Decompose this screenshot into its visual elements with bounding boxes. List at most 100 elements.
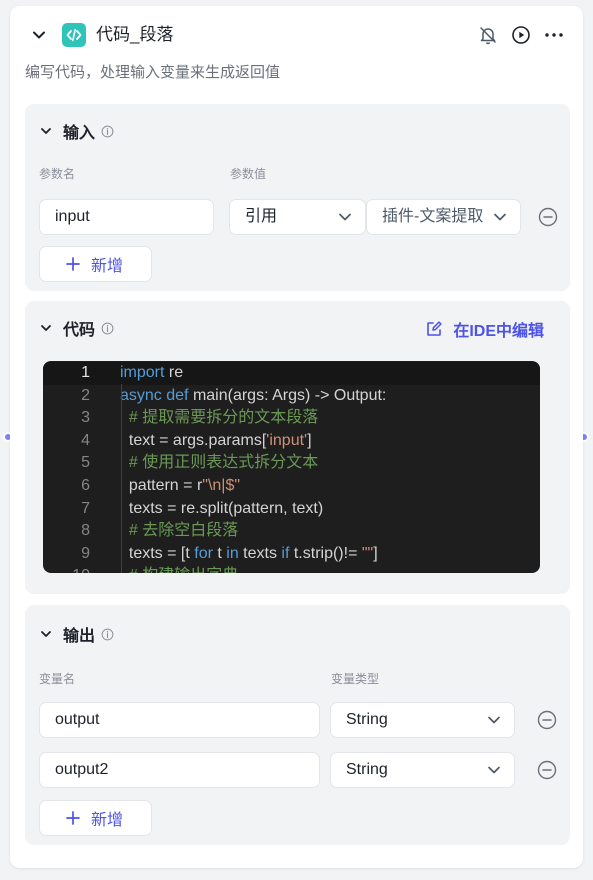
chevron-down-icon (41, 631, 51, 637)
code-line[interactable]: 2 async def main(args: Args) -> Output: (43, 385, 540, 408)
line-number: 5 (81, 454, 90, 472)
output-type-select[interactable]: String (330, 752, 515, 788)
add-input-button[interactable]: 新增 (39, 246, 152, 282)
indent-guide (121, 384, 122, 573)
chevron-down-icon (41, 325, 51, 331)
output-section: 输出 变量名 变量类型 output String output2 String… (25, 605, 570, 845)
chevron-down-icon (488, 766, 500, 774)
input-section: 输入 参数名 参数值 input 引用 插件-文案提取 新增 (25, 104, 570, 291)
ref-type-select[interactable]: 引用 (229, 199, 366, 235)
add-output-button[interactable]: 新增 (39, 800, 152, 836)
code-node-card: 代码_段落 编写代码，处理输入变量来生成返回值 输入 参数名 参数值 input… (10, 6, 583, 868)
section-title: 代码 (63, 322, 96, 339)
code-token: re (164, 364, 184, 381)
line-number: 6 (81, 476, 90, 494)
node-header: 代码_段落 (10, 6, 583, 66)
edit-icon (427, 321, 442, 336)
ref-value-text: 插件-文案提取 (382, 208, 484, 225)
remove-output-icon[interactable] (537, 760, 557, 780)
code-token: for (194, 544, 213, 562)
code-text: # 构建输出字典 (120, 565, 238, 573)
code-text: pattern = r"\n|$" (120, 475, 240, 498)
code-text: async def main(args: Args) -> Output: (120, 385, 386, 408)
chevron-down-icon (488, 716, 500, 724)
code-line[interactable]: 1 import re (43, 362, 540, 385)
more-icon[interactable] (543, 24, 565, 46)
code-token: # 提取需要拆分的文本段落 (120, 409, 319, 427)
bell-off-icon[interactable] (477, 24, 499, 46)
ref-value-select[interactable]: 插件-文案提取 (366, 199, 521, 235)
output-type-select[interactable]: String (330, 702, 515, 738)
code-editor[interactable]: 1 import re 2 async def main(args: Args) ->… (43, 361, 540, 573)
output-name-input[interactable]: output (39, 702, 320, 738)
output-section-header[interactable]: 输出 (39, 623, 114, 645)
code-text: # 去除空白段落 (120, 520, 238, 543)
node-description: 编写代码，处理输入变量来生成返回值 (25, 64, 281, 81)
code-text: texts = [t for t in texts if t.strip()!=… (120, 543, 378, 566)
code-token: t.strip()!= (289, 544, 362, 562)
node-title[interactable]: 代码_段落 (96, 24, 173, 46)
param-name-label: 参数名 (39, 167, 76, 181)
info-icon[interactable] (101, 322, 114, 335)
code-token: async (120, 386, 162, 404)
var-type-label: 变量类型 (331, 672, 380, 686)
line-number: 3 (81, 409, 90, 427)
line-number: 2 (81, 386, 90, 404)
code-token: "" (361, 544, 374, 562)
code-text: # 提取需要拆分的文本段落 (120, 407, 318, 430)
collapse-chevron-down-icon[interactable] (30, 26, 48, 44)
code-line[interactable]: 9 texts = [t for t in texts if t.strip()… (43, 543, 540, 566)
code-token: in (226, 544, 239, 562)
play-icon[interactable] (510, 24, 532, 46)
code-line[interactable]: 3 # 提取需要拆分的文本段落 (43, 407, 540, 430)
code-line[interactable]: 7 texts = re.split(pattern, text) (43, 498, 540, 521)
code-token: def (166, 386, 189, 404)
code-line[interactable]: 4 text = args.params['input'] (43, 430, 540, 453)
chevron-down-icon (41, 128, 51, 134)
plus-icon (66, 257, 80, 271)
code-line[interactable]: 10 # 构建输出字典 (43, 565, 540, 573)
line-number: 10 (43, 565, 90, 573)
add-output-label: 新增 (91, 812, 124, 829)
edit-in-ide-label: 在IDE中编辑 (453, 323, 544, 340)
code-section-header[interactable]: 代码 (39, 317, 114, 339)
plus-icon (66, 811, 80, 825)
input-section-header[interactable]: 输入 (39, 120, 114, 142)
code-token: texts (238, 544, 282, 562)
output-type-value: String (346, 761, 388, 778)
line-number: 1 (81, 364, 90, 381)
ref-type-value: 引用 (245, 208, 278, 225)
add-input-label: 新增 (91, 258, 124, 275)
code-text: # 使用正则表达式拆分文本 (120, 452, 318, 475)
code-token: texts = [t (120, 544, 195, 562)
line-number: 9 (81, 544, 90, 562)
code-text: texts = re.split(pattern, text) (120, 498, 323, 521)
param-value-label: 参数值 (230, 167, 267, 181)
remove-output-icon[interactable] (537, 710, 557, 730)
code-text: import re (120, 362, 183, 385)
code-token: texts = re.split(pattern, text) (120, 499, 324, 517)
code-line[interactable]: 6 pattern = r"\n|$" (43, 475, 540, 498)
code-icon (62, 23, 86, 47)
chevron-down-icon (339, 213, 351, 221)
code-token: t (212, 544, 227, 562)
code-token: # 去除空白段落 (120, 522, 239, 540)
output-name-input[interactable]: output2 (39, 752, 320, 788)
section-title: 输入 (63, 125, 96, 142)
remove-input-icon[interactable] (538, 207, 558, 227)
code-token: "\n|$" (202, 476, 241, 494)
info-icon[interactable] (101, 125, 114, 138)
code-text: text = args.params['input'] (120, 430, 312, 453)
param-name-input[interactable]: input (39, 199, 214, 235)
output-name-value: output2 (55, 761, 109, 778)
info-icon[interactable] (101, 628, 114, 641)
code-token: main(args: Args) -> Output: (188, 386, 387, 404)
output-type-value: String (346, 711, 388, 728)
code-token: pattern = r (120, 476, 203, 494)
line-number: 8 (81, 522, 90, 540)
code-token: # 构建输出字典 (120, 567, 238, 573)
section-title: 输出 (63, 628, 96, 645)
code-line[interactable]: 5 # 使用正则表达式拆分文本 (43, 452, 540, 475)
code-line[interactable]: 8 # 去除空白段落 (43, 520, 540, 543)
edit-in-ide-link[interactable]: 在IDE中编辑 (425, 317, 544, 341)
